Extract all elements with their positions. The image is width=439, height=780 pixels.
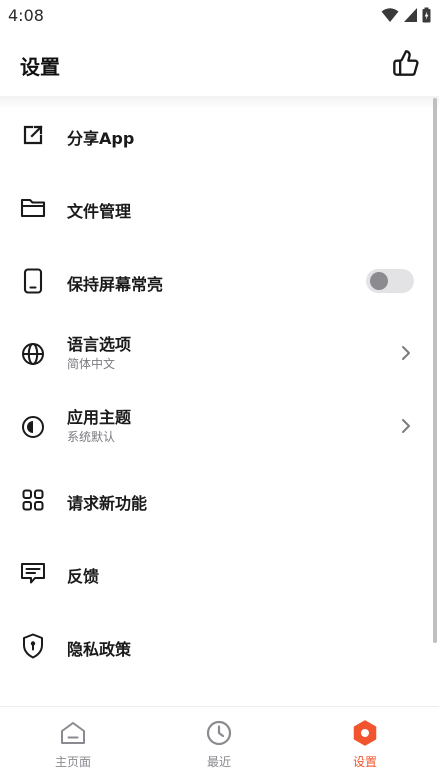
- settings-item-label: 反馈: [67, 567, 100, 586]
- settings-item-feedback[interactable]: 反馈: [0, 536, 430, 609]
- bottom-nav: 主页面 最近 设置: [0, 706, 439, 780]
- battery-icon: [422, 7, 431, 23]
- folder-icon: [20, 195, 46, 221]
- settings-item-privacy[interactable]: 隐私政策: [0, 609, 430, 682]
- language-value: 简体中文: [67, 357, 116, 371]
- external-link-icon: [20, 122, 46, 148]
- chevron-right-icon: [402, 419, 410, 433]
- settings-item-theme[interactable]: 应用主题 系统默认: [0, 390, 430, 463]
- settings-item-feature-request[interactable]: 请求新功能: [0, 463, 430, 536]
- settings-item-label: 保持屏幕常亮: [67, 275, 164, 294]
- settings-list: 分享App 文件管理 保持屏幕常亮 语言选项 简体中文 应用主题 系统默认 请求…: [0, 96, 439, 706]
- nav-label: 设置: [352, 755, 377, 769]
- settings-item-files[interactable]: 文件管理: [0, 171, 430, 244]
- status-time: 4:08: [8, 6, 44, 25]
- shield-lock-icon: [20, 633, 46, 659]
- settings-item-share[interactable]: 分享App: [0, 98, 430, 171]
- theme-value: 系统默认: [67, 430, 116, 444]
- settings-item-language[interactable]: 语言选项 简体中文: [0, 317, 430, 390]
- scrollbar[interactable]: [433, 98, 437, 643]
- settings-hexagon-icon: [353, 720, 377, 746]
- settings-item-keep-screen-on[interactable]: 保持屏幕常亮: [0, 244, 430, 317]
- globe-icon: [20, 341, 46, 367]
- nav-label: 最近: [206, 755, 231, 769]
- toggle-knob: [370, 272, 388, 290]
- nav-item-settings[interactable]: 设置: [292, 707, 438, 780]
- phone-icon: [20, 268, 46, 294]
- thumbs-up-icon: [393, 50, 419, 76]
- like-button[interactable]: [391, 48, 421, 78]
- status-bar: 4:08: [0, 0, 439, 32]
- nav-item-home[interactable]: 主页面: [0, 707, 146, 780]
- chevron-right-icon: [402, 346, 410, 360]
- clock-icon: [206, 720, 232, 746]
- wifi-icon: [381, 8, 399, 22]
- status-icons: [381, 7, 431, 23]
- signal-icon: [404, 8, 417, 22]
- contrast-icon: [20, 414, 46, 440]
- page-title: 设置: [20, 55, 60, 79]
- app-bar: 设置: [0, 32, 439, 96]
- feedback-icon: [20, 560, 46, 586]
- settings-item-label: 隐私政策: [67, 640, 132, 659]
- nav-label: 主页面: [54, 755, 91, 769]
- settings-item-label: 请求新功能: [67, 494, 148, 513]
- nav-item-recent[interactable]: 最近: [146, 707, 292, 780]
- settings-item-version[interactable]: 版本: [0, 682, 430, 706]
- grid-icon: [20, 487, 46, 513]
- home-icon: [61, 722, 85, 744]
- settings-item-label: 分享App: [67, 129, 135, 148]
- keep-screen-on-toggle[interactable]: [366, 269, 414, 293]
- settings-item-label: 应用主题: [67, 408, 132, 427]
- settings-item-label: 语言选项: [67, 335, 132, 354]
- settings-item-label: 文件管理: [67, 202, 132, 221]
